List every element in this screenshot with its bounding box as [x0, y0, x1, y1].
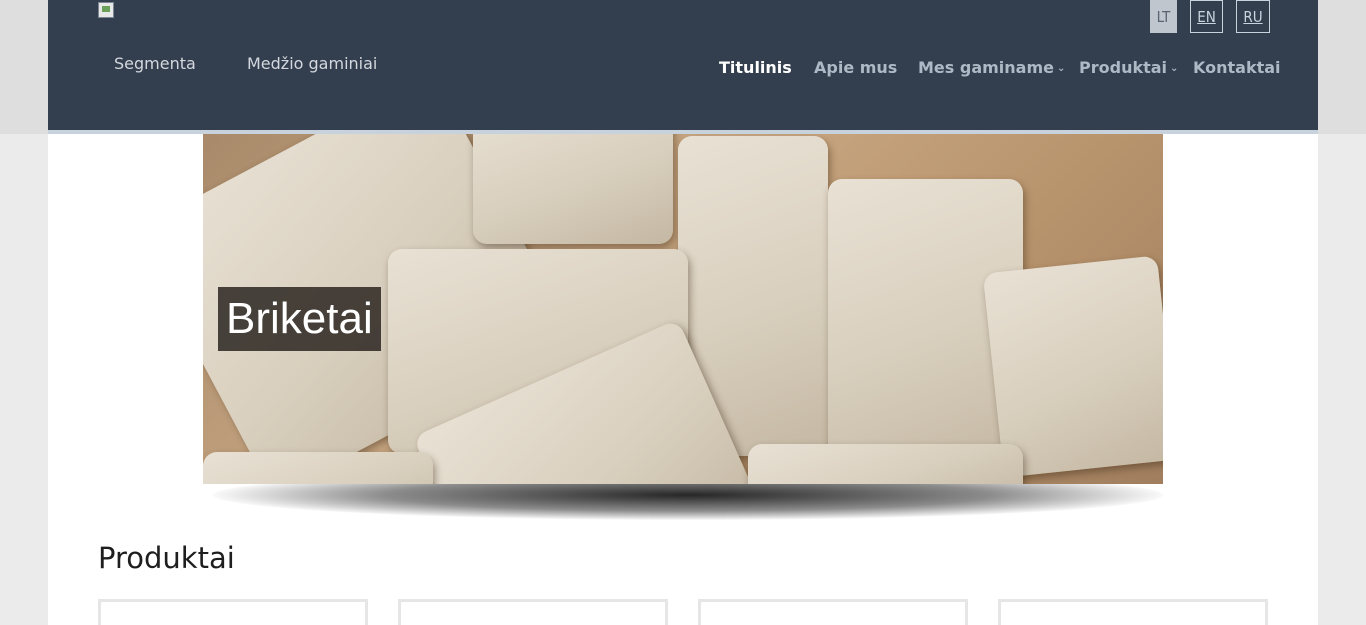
hero-slider[interactable]: Briketai: [203, 134, 1163, 484]
nav-label: Mes gaminame: [918, 58, 1054, 77]
language-en[interactable]: EN: [1190, 0, 1223, 33]
product-card[interactable]: [698, 599, 968, 625]
nav-label: Apie mus: [814, 58, 898, 77]
brand-name[interactable]: Segmenta: [114, 54, 196, 73]
language-ru[interactable]: RU: [1236, 0, 1270, 33]
chevron-down-icon: ⌄: [1170, 63, 1179, 74]
product-card[interactable]: [998, 599, 1268, 625]
hero-caption: Briketai: [218, 287, 381, 351]
nav-item-mes-gaminame[interactable]: Mes gaminame ⌄: [918, 58, 1065, 77]
product-card[interactable]: [398, 599, 668, 625]
nav-item-titulinis[interactable]: Titulinis: [719, 58, 792, 77]
language-lt[interactable]: LT: [1150, 0, 1177, 33]
nav-label: Produktai: [1079, 58, 1168, 77]
products-title: Produktai: [98, 541, 235, 575]
nav-item-kontaktai[interactable]: Kontaktai: [1193, 58, 1281, 77]
nav-label: Kontaktai: [1193, 58, 1281, 77]
logo-broken-image-icon[interactable]: [98, 2, 114, 18]
nav-item-apie-mus[interactable]: Apie mus: [814, 58, 897, 77]
hero-image-shape: [203, 452, 433, 484]
brand-tagline[interactable]: Medžio gaminiai: [247, 54, 377, 73]
nav-label: Titulinis: [719, 58, 792, 77]
nav-item-produktai[interactable]: Produktai ⌄: [1079, 58, 1178, 77]
hero-image-shape: [473, 134, 673, 244]
chevron-down-icon: ⌄: [1056, 63, 1066, 74]
page-container: Segmenta Medžio gaminiai LT EN RU Tituli…: [48, 0, 1318, 625]
site-header: Segmenta Medžio gaminiai LT EN RU Tituli…: [48, 0, 1318, 130]
product-card[interactable]: [98, 599, 368, 625]
hero-image-shape: [748, 444, 1023, 484]
